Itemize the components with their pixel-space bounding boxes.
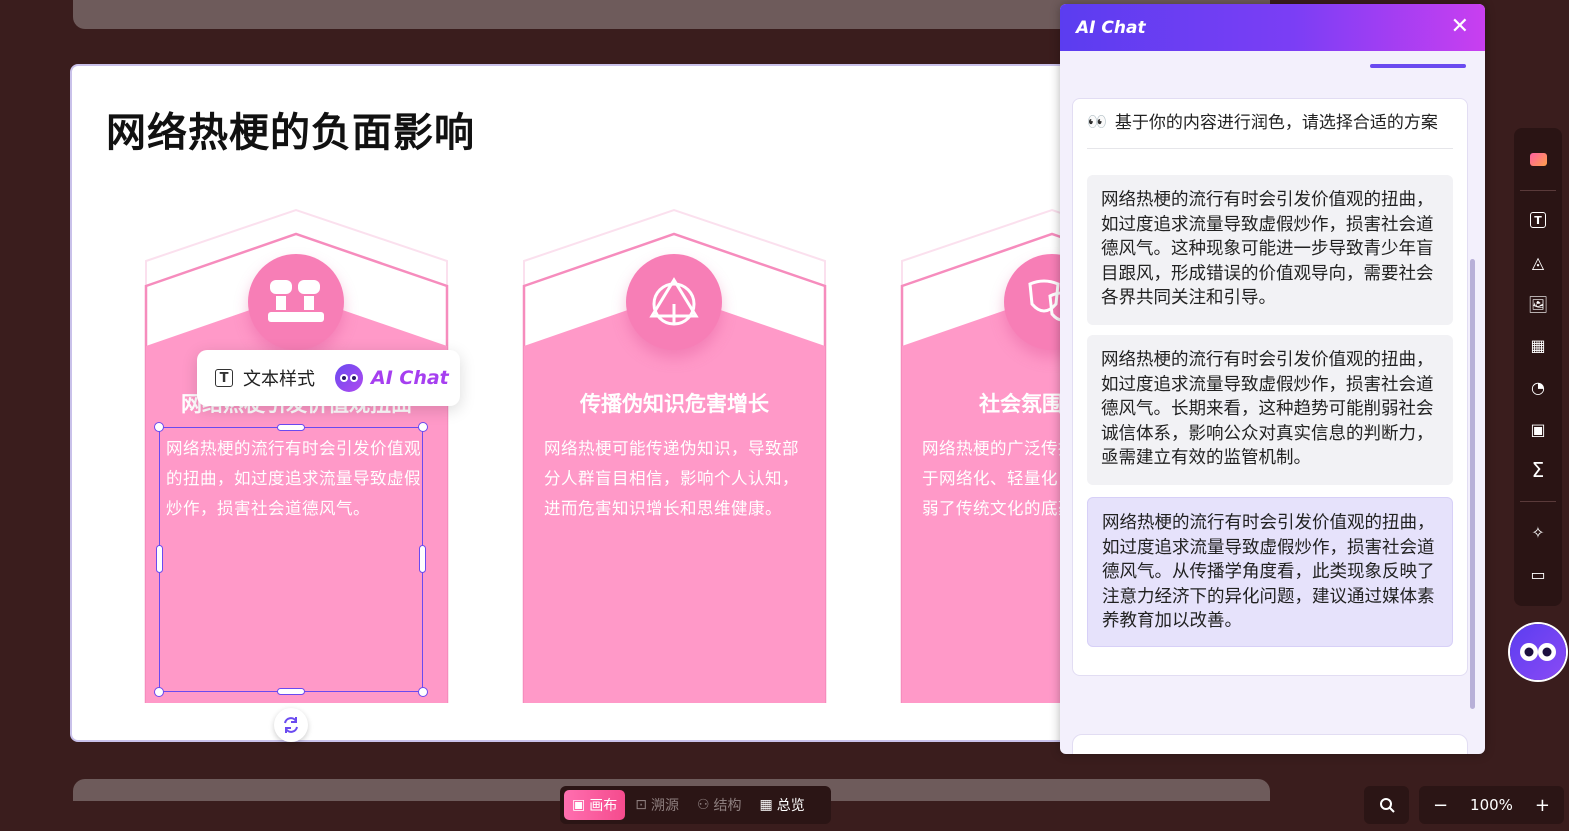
image-icon: 🖼 (1527, 294, 1549, 314)
insert-shape-button[interactable]: ◬ (1526, 250, 1550, 274)
close-icon[interactable]: ✕ (1451, 14, 1469, 40)
suggestion-option-3[interactable]: 网络热梗的流行有时会引发价值观的扭曲，如过度追求流量导致虚假炒作，损害社会道德风… (1087, 497, 1453, 647)
zoom-level: 100% (1470, 796, 1513, 814)
tab-label: 画布 (589, 798, 618, 814)
animation-button[interactable]: ✧ (1526, 520, 1550, 544)
scroll-indicator (1370, 64, 1466, 68)
insert-image-button[interactable]: 🖼 (1526, 292, 1550, 316)
rotate-icon (284, 717, 298, 733)
text-style-button[interactable]: T 文本样式 (215, 358, 315, 398)
resize-handle-top[interactable] (277, 424, 305, 431)
suggestions-card: 👀 基于你的内容进行润色，请选择合适的方案 网络热梗的流行有时会引发价值观的扭曲… (1072, 98, 1468, 676)
ai-chat-label: AI Chat (371, 367, 449, 389)
ai-chat-button[interactable]: AI Chat (335, 358, 449, 398)
transition-button[interactable]: ▭ (1526, 562, 1550, 586)
shapes-icon: ◬ (1531, 252, 1545, 272)
card-body[interactable]: 网络热梗可能传递伪知识，导致部分人群盲目相信，影响个人认知，进而危害知识增长和思… (544, 434, 809, 524)
ai-bot-icon (335, 364, 363, 392)
tab-label: 结构 (713, 798, 742, 814)
tab-structure[interactable]: ⚇ 结构 (689, 790, 750, 820)
people-icon (248, 254, 344, 350)
theme-color-button[interactable] (1526, 147, 1550, 171)
suggestion-option-2[interactable]: 网络热梗的流行有时会引发价值观的扭曲，如过度追求流量导致虚假炒作，损害社会道德风… (1087, 335, 1453, 485)
media-icon: ▣ (1530, 419, 1546, 439)
rail-divider (1520, 501, 1556, 502)
pyramid-icon (626, 254, 722, 350)
search-button[interactable] (1364, 786, 1409, 824)
insert-text-button[interactable]: T (1526, 208, 1550, 232)
insert-chart-button[interactable]: ◔ (1526, 375, 1550, 399)
slide-title[interactable]: 网络热梗的负面影响 (106, 100, 475, 158)
resize-handle-bottom-left[interactable] (154, 687, 164, 697)
resize-handle-left[interactable] (156, 545, 163, 573)
resize-handle-bottom[interactable] (277, 688, 305, 695)
palette-icon (1529, 152, 1547, 166)
insert-formula-button[interactable]: Σ (1526, 458, 1550, 482)
sparkle-icon: ✧ (1531, 522, 1545, 542)
table-icon: ▦ (1530, 335, 1546, 355)
text-style-label: 文本样式 (243, 369, 315, 390)
insert-media-button[interactable]: ▣ (1526, 417, 1550, 441)
card-heading[interactable]: 传播伪知识危害增长 (522, 388, 827, 418)
zoom-in-button[interactable]: + (1535, 795, 1550, 816)
suggestion-option-1[interactable]: 网络热梗的流行有时会引发价值观的扭曲，如过度追求流量导致虚假炒作，损害社会道德风… (1087, 175, 1453, 325)
zoom-out-button[interactable]: − (1433, 795, 1448, 816)
resize-handle-right[interactable] (419, 545, 426, 573)
tab-label: 总览 (776, 798, 805, 814)
chat-input[interactable] (1072, 734, 1468, 754)
pie-chart-icon: ◔ (1531, 377, 1545, 397)
zoom-controls: − 100% + (1419, 786, 1564, 824)
structure-icon: ⚇ (696, 797, 710, 813)
insert-table-button[interactable]: ▦ (1526, 333, 1550, 357)
card-edit-icon: ▭ (1530, 564, 1546, 584)
search-icon (1379, 798, 1395, 813)
ai-bot-icon (1520, 643, 1556, 661)
resize-handle-top-right[interactable] (418, 422, 428, 432)
tab-trace[interactable]: ⊡ 溯源 (627, 790, 687, 820)
prompt-row: 👀 基于你的内容进行润色，请选择合适的方案 (1087, 111, 1453, 149)
canvas-icon: ▣ (572, 797, 586, 813)
bottom-view-tabs: ▣ 画布 ⊡ 溯源 ⚇ 结构 ▦ 总览 (560, 786, 831, 824)
grid-icon: ▦ (759, 797, 773, 813)
rotate-button[interactable] (274, 708, 308, 742)
tab-label: 溯源 (650, 798, 679, 814)
eyes-icon: 👀 (1087, 112, 1107, 131)
tab-canvas[interactable]: ▣ 画布 (564, 790, 626, 820)
text-box-icon: T (1530, 212, 1546, 228)
sigma-icon: Σ (1531, 458, 1545, 482)
text-style-icon: T (215, 369, 233, 387)
rail-divider (1520, 190, 1556, 191)
ai-chat-panel: AI Chat ✕ 👀 基于你的内容进行润色，请选择合适的方案 网络热梗的流行有… (1060, 4, 1485, 754)
right-toolbar: T ◬ 🖼 ▦ ◔ ▣ Σ ✧ ▭ (1514, 128, 1562, 606)
resize-handle-bottom-right[interactable] (418, 687, 428, 697)
panel-header: AI Chat ✕ (1060, 4, 1485, 51)
panel-title: AI Chat (1076, 18, 1146, 38)
resize-handle-top-left[interactable] (154, 422, 164, 432)
tab-overview[interactable]: ▦ 总览 (752, 790, 813, 820)
text-selection-box[interactable] (154, 422, 428, 697)
ai-assistant-bubble[interactable] (1510, 624, 1566, 680)
floating-toolbar: T 文本样式 AI Chat (197, 350, 460, 406)
panel-scrollbar[interactable] (1470, 259, 1475, 709)
prompt-text: 基于你的内容进行润色，请选择合适的方案 (1114, 113, 1438, 133)
trace-icon: ⊡ (635, 797, 647, 813)
card-2[interactable]: 传播伪知识危害增长 网络热梗可能传递伪知识，导致部分人群盲目相信，影响个人认知，… (522, 206, 827, 703)
